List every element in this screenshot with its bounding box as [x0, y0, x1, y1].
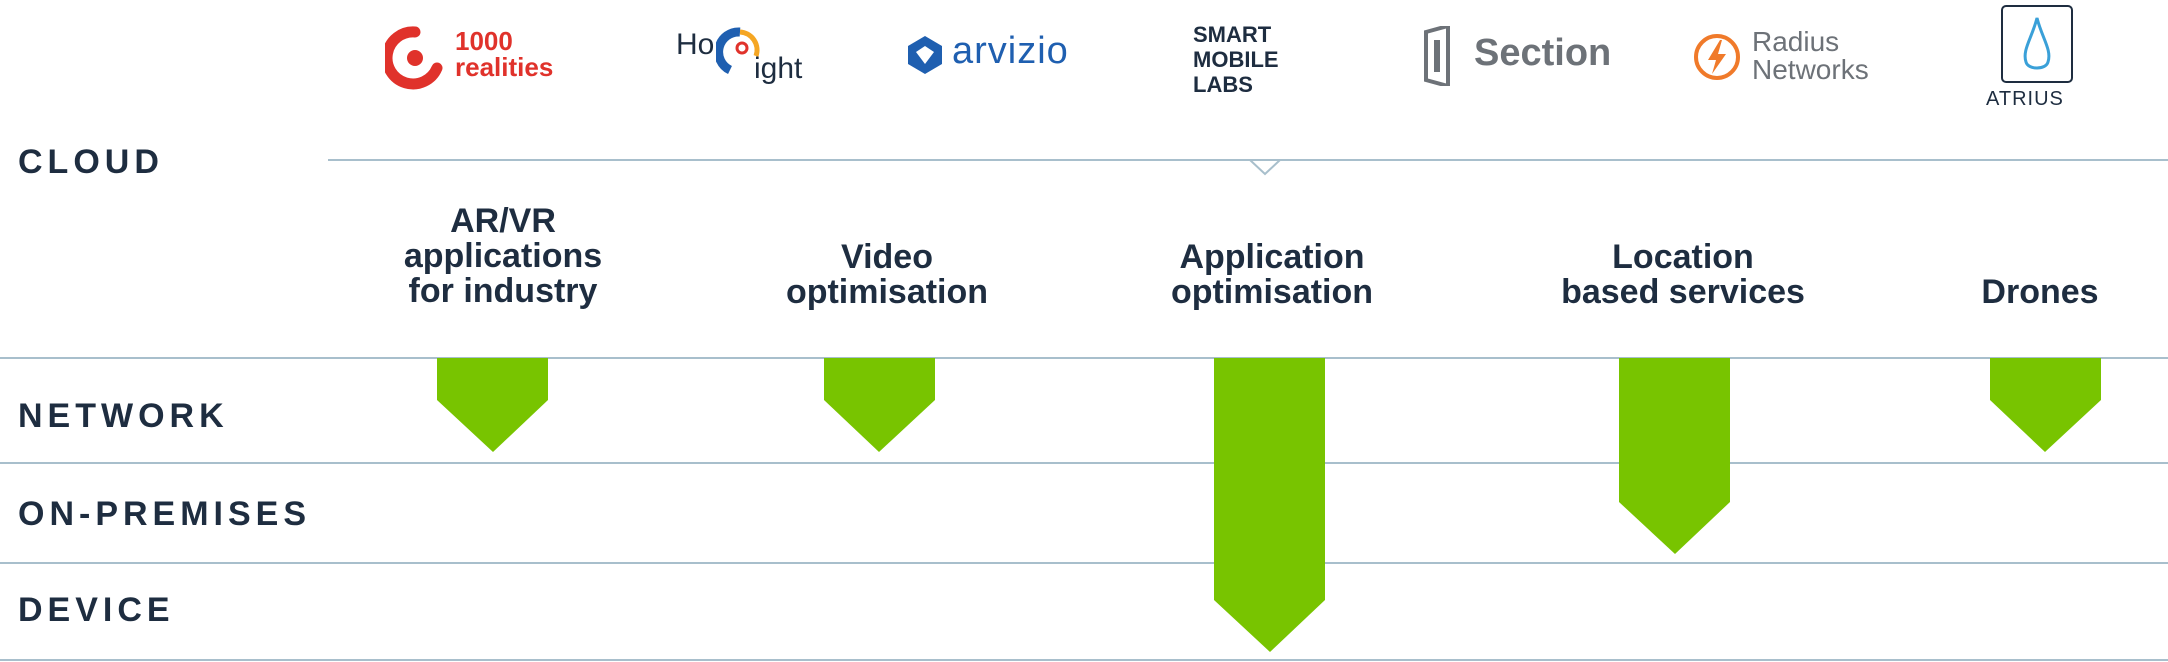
arrows-layer — [437, 159, 2101, 652]
arrow-application — [1214, 358, 1325, 652]
cloud-notch — [1249, 159, 1281, 176]
arrow-location — [1619, 358, 1730, 554]
arrow-drones — [1990, 358, 2101, 452]
arrow-ar-vr — [437, 358, 548, 452]
arrow-video — [824, 358, 935, 452]
